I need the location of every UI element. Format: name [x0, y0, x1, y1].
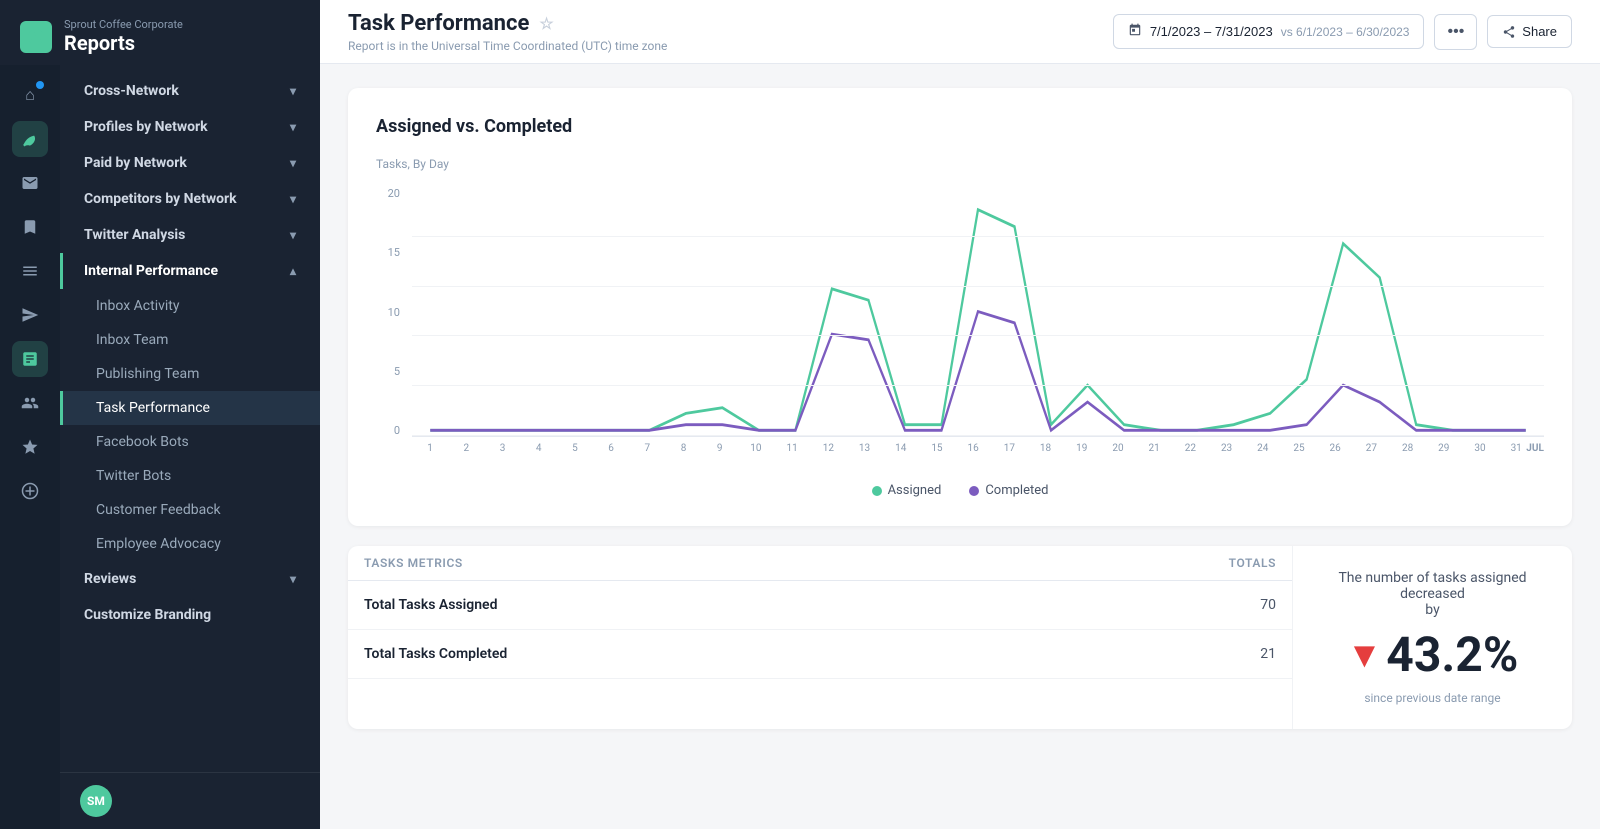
grid-line	[412, 435, 1544, 436]
chart-area: 20 15 10 5 0	[376, 187, 1544, 467]
nav-sub-twitter-bots[interactable]: Twitter Bots	[60, 459, 320, 493]
chart-axis-label: Tasks, By Day	[376, 157, 1544, 171]
grid-line	[412, 236, 1544, 237]
decrease-arrow-icon: ▼	[1347, 634, 1383, 676]
reports-label: Reports	[64, 31, 183, 55]
nav-icon-leaf[interactable]	[12, 121, 48, 157]
chevron-down-icon: ▾	[290, 228, 296, 242]
date-range-button[interactable]: 7/1/2023 – 7/31/2023 vs 6/1/2023 – 6/30/…	[1113, 14, 1425, 49]
nav-paid-by-network[interactable]: Paid by Network ▾	[60, 145, 320, 181]
line-chart-svg	[412, 187, 1544, 436]
chart-title: Assigned vs. Completed	[376, 116, 1544, 137]
nav-icon-home[interactable]: ⌂	[12, 77, 48, 113]
nav-customize-branding[interactable]: Customize Branding	[60, 597, 320, 633]
assigned-line	[430, 210, 1525, 431]
chevron-down-icon: ▾	[290, 572, 296, 586]
chart-card: Assigned vs. Completed Tasks, By Day 20 …	[348, 88, 1572, 526]
topbar-right: 7/1/2023 – 7/31/2023 vs 6/1/2023 – 6/30/…	[1113, 14, 1572, 50]
y-axis: 20 15 10 5 0	[376, 187, 406, 437]
aside-since-text: since previous date range	[1364, 691, 1500, 705]
chevron-down-icon: ▾	[290, 192, 296, 206]
aside-percentage: ▼ 43.2%	[1347, 626, 1519, 683]
nav-internal-performance[interactable]: Internal Performance ▴	[60, 253, 320, 289]
topbar-left: Task Performance ☆ Report is in the Univ…	[348, 11, 667, 53]
grid-line	[412, 385, 1544, 386]
nav-sub-task-performance[interactable]: Task Performance	[60, 391, 320, 425]
nav-icon-group[interactable]	[12, 473, 48, 509]
date-range-vs-text: vs 6/1/2023 – 6/30/2023	[1281, 25, 1410, 39]
aside-description: The number of tasks assigned decreased b…	[1317, 570, 1548, 618]
page-subtitle: Report is in the Universal Time Coordina…	[348, 39, 667, 53]
chevron-up-icon: ▴	[290, 264, 296, 278]
main-content: Task Performance ☆ Report is in the Univ…	[320, 0, 1600, 829]
share-button[interactable]: Share	[1487, 15, 1572, 48]
chevron-down-icon: ▾	[290, 84, 296, 98]
metrics-table: Tasks Metrics Totals Total Tasks Assigne…	[348, 546, 1292, 729]
grid-line	[412, 286, 1544, 287]
sidebar-title-group: Sprout Coffee Corporate Reports	[64, 18, 183, 55]
nav-icon-bookmark[interactable]	[12, 209, 48, 245]
nav-competitors-by-network[interactable]: Competitors by Network ▾	[60, 181, 320, 217]
favorite-icon[interactable]: ☆	[539, 14, 553, 33]
assigned-dot	[872, 486, 882, 496]
chevron-down-icon: ▾	[290, 156, 296, 170]
legend-completed: Completed	[969, 483, 1048, 498]
sidebar-header: Sprout Coffee Corporate Reports	[0, 0, 320, 65]
nav-icon-star[interactable]	[12, 429, 48, 465]
nav-cross-network[interactable]: Cross-Network ▾	[60, 73, 320, 109]
nav-icon-people[interactable]	[12, 385, 48, 421]
nav-sub-customer-feedback[interactable]: Customer Feedback	[60, 493, 320, 527]
nav-sub-facebook-bots[interactable]: Facebook Bots	[60, 425, 320, 459]
nav-icon-send[interactable]	[12, 297, 48, 333]
nav-icon-chart[interactable]	[12, 341, 48, 377]
avatar[interactable]: SM	[80, 785, 112, 817]
nav-sub-inbox-activity[interactable]: Inbox Activity	[60, 289, 320, 323]
sidebar: Sprout Coffee Corporate Reports ⌂	[0, 0, 320, 829]
chart-inner	[412, 187, 1544, 437]
page-title: Task Performance ☆	[348, 11, 667, 36]
x-axis: 1 2 3 4 5 6 7 8 9 10 11 12 13 14 15 16 1	[412, 437, 1544, 467]
sidebar-bottom: SM	[60, 772, 320, 829]
chart-legend: Assigned Completed	[376, 483, 1544, 498]
chevron-down-icon: ▾	[290, 120, 296, 134]
sidebar-nav: Cross-Network ▾ Profiles by Network ▾ Pa…	[60, 65, 320, 641]
nav-icon-inbox[interactable]	[12, 165, 48, 201]
content-area: Assigned vs. Completed Tasks, By Day 20 …	[320, 64, 1600, 829]
grid-line	[412, 335, 1544, 336]
completed-line	[430, 312, 1525, 431]
nav-twitter-analysis[interactable]: Twitter Analysis ▾	[60, 217, 320, 253]
nav-sub-employee-advocacy[interactable]: Employee Advocacy	[60, 527, 320, 561]
metrics-row-assigned: Total Tasks Assigned 70	[348, 581, 1292, 630]
metrics-aside: The number of tasks assigned decreased b…	[1292, 546, 1572, 729]
nav-sub-publishing-team[interactable]: Publishing Team	[60, 357, 320, 391]
topbar: Task Performance ☆ Report is in the Univ…	[320, 0, 1600, 64]
metrics-card: Tasks Metrics Totals Total Tasks Assigne…	[348, 546, 1572, 729]
app-logo	[20, 21, 52, 53]
date-range-text: 7/1/2023 – 7/31/2023	[1150, 24, 1273, 39]
nav-profiles-by-network[interactable]: Profiles by Network ▾	[60, 109, 320, 145]
metrics-row-completed: Total Tasks Completed 21	[348, 630, 1292, 679]
nav-icon-list[interactable]	[12, 253, 48, 289]
more-options-button[interactable]: •••	[1434, 14, 1477, 50]
metrics-header: Tasks Metrics Totals	[348, 546, 1292, 581]
legend-assigned: Assigned	[872, 483, 942, 498]
company-name: Sprout Coffee Corporate	[64, 18, 183, 31]
calendar-icon	[1128, 23, 1142, 40]
nav-reviews[interactable]: Reviews ▾	[60, 561, 320, 597]
completed-dot	[969, 486, 979, 496]
month-label: JUL	[1526, 443, 1544, 454]
nav-sub-inbox-team[interactable]: Inbox Team	[60, 323, 320, 357]
